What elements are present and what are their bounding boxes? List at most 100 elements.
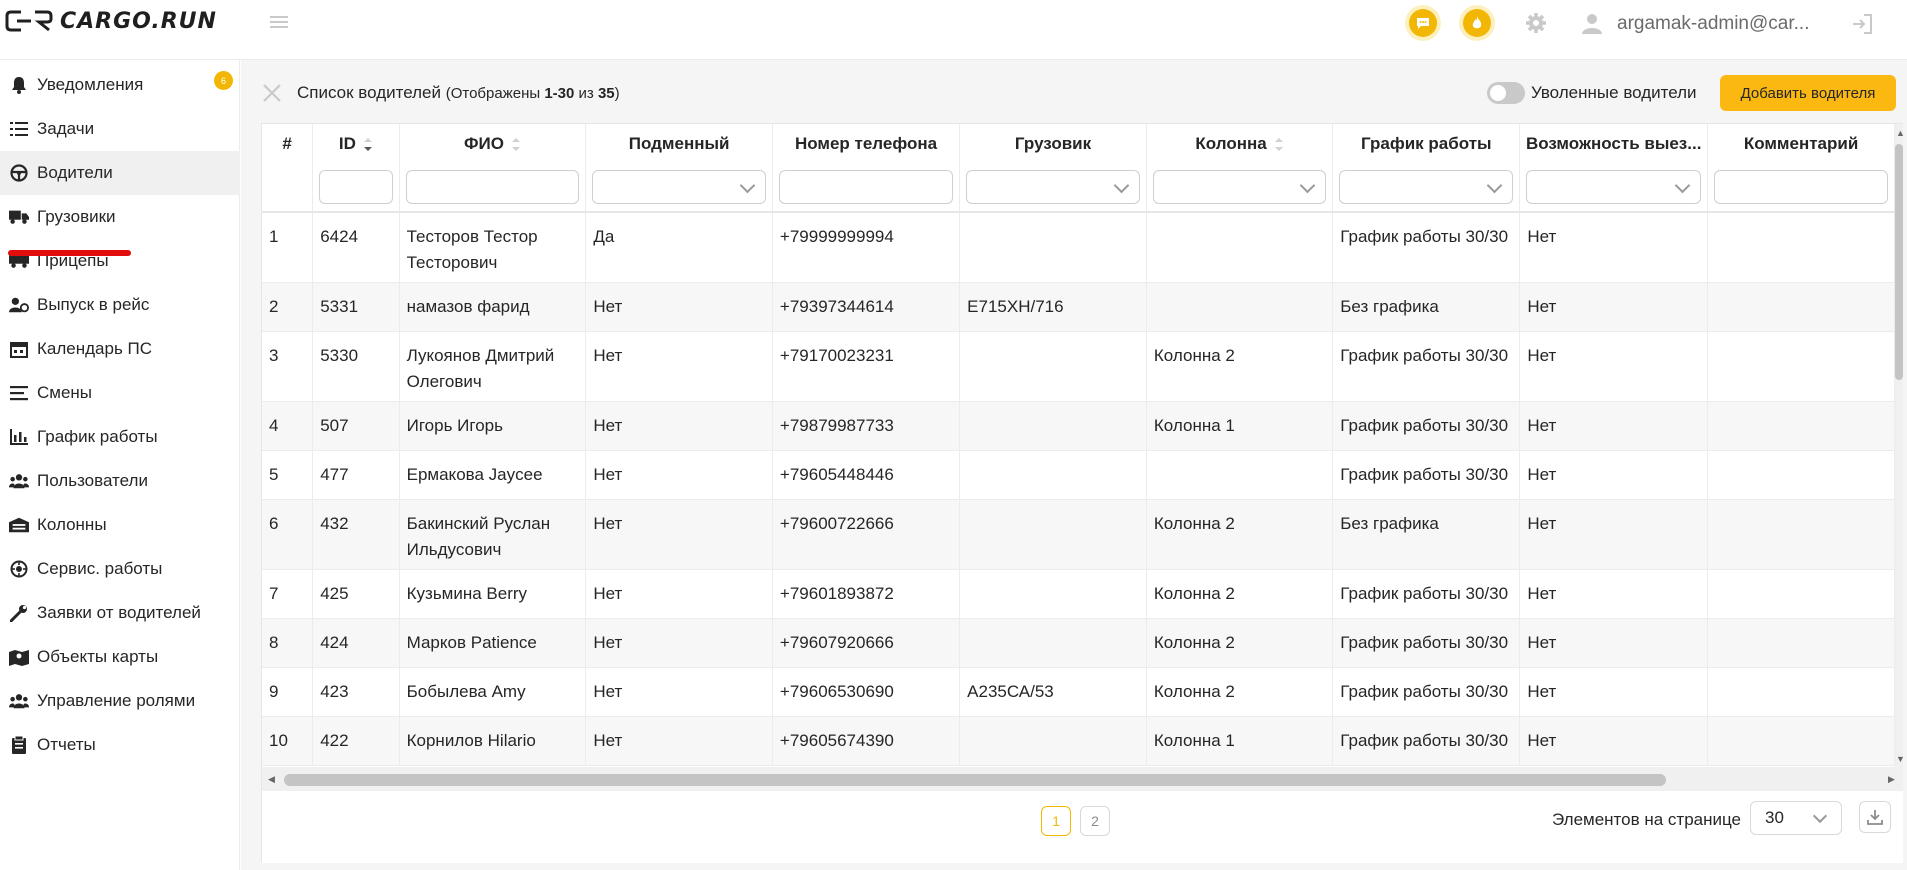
logo[interactable]: CARGO.RUN xyxy=(5,6,217,36)
sidebar-item-service-works[interactable]: Сервис. работы xyxy=(0,547,240,591)
cell-trip-ability: Нет xyxy=(1519,212,1709,283)
cell-column[interactable]: Колонна 2 xyxy=(1146,667,1334,717)
cell-phone: +79170023231 xyxy=(772,331,961,402)
page-button-1[interactable]: 1 xyxy=(1041,806,1071,836)
sidebar-item-drivers[interactable]: Водители xyxy=(0,151,240,195)
vertical-scrollbar[interactable]: ▲ ▼ xyxy=(1895,124,1905,767)
cell-column[interactable]: Колонна 2 xyxy=(1146,499,1334,570)
sidebar-item-shifts[interactable]: Смены xyxy=(0,371,240,415)
scroll-down-arrow-icon[interactable]: ▼ xyxy=(1896,754,1905,764)
table-row[interactable]: 7 425 Кузьмина Berry Нет +79601893872 Колонна… xyxy=(262,569,1895,619)
fired-drivers-toggle[interactable] xyxy=(1487,82,1525,104)
sidebar-item-trucks[interactable]: Грузовики xyxy=(0,195,240,239)
table-row[interactable]: 9 423 Бобылева Amy Нет +79606530690 А235СА/53… xyxy=(262,667,1895,717)
table-row[interactable]: 3 5330 Лукоянов Дмитрий Олегович Нет +791700… xyxy=(262,331,1895,402)
cell-column[interactable]: Колонна 1 xyxy=(1146,716,1334,766)
cell-driver-name[interactable]: намазов фарид xyxy=(399,282,587,332)
sort-icon[interactable] xyxy=(511,137,521,152)
user-email[interactable]: argamak-admin@car... xyxy=(1617,13,1809,35)
page-button-2[interactable]: 2 xyxy=(1080,806,1110,836)
table-row[interactable]: 10 422 Корнилов Hilario Нет +79605674390 Коло… xyxy=(262,716,1895,766)
cell-driver-name[interactable]: Бакинский Руслан Ильдусович xyxy=(399,499,587,570)
table-row[interactable]: 5 477 Ермакова Jaycee Нет +79605448446 График… xyxy=(262,450,1895,500)
cell-column[interactable]: Колонна 2 xyxy=(1146,331,1334,402)
sidebar-item-roles[interactable]: Управление ролями xyxy=(0,679,240,723)
cell-column[interactable]: Колонна 2 xyxy=(1146,569,1334,619)
gear-icon[interactable] xyxy=(1524,11,1548,35)
filter-id-input[interactable] xyxy=(319,170,393,204)
table-row[interactable]: 6 432 Бакинский Руслан Ильдусович Нет +79600… xyxy=(262,499,1895,570)
filter-substitute-select[interactable] xyxy=(592,170,766,204)
cell-row-number: 8 xyxy=(262,618,314,668)
cell-phone: +79607920666 xyxy=(772,618,961,668)
cell-column[interactable]: Колонна 2 xyxy=(1146,618,1334,668)
cell-schedule: Без графика xyxy=(1332,282,1521,332)
filter-fio-input[interactable] xyxy=(405,170,580,204)
sidebar-item-dispatch[interactable]: Выпуск в рейс xyxy=(0,283,240,327)
sidebar-item-trailers[interactable]: Прицепы xyxy=(0,239,240,283)
sidebar-item-label: Сервис. работы xyxy=(37,559,163,578)
horizontal-scroll-thumb[interactable] xyxy=(284,774,1666,786)
cell-column[interactable]: Колонна 1 xyxy=(1146,401,1334,451)
scroll-up-arrow-icon[interactable]: ▲ xyxy=(1896,128,1905,138)
cell-truck[interactable]: Е715ХН/716 xyxy=(959,282,1147,332)
fire-icon[interactable] xyxy=(1463,9,1491,37)
sidebar-item-calendar[interactable]: Календарь ПС xyxy=(0,327,240,371)
cell-driver-name[interactable]: Игорь Игорь xyxy=(399,401,587,451)
cell-substitute: Нет xyxy=(585,401,773,451)
table-row[interactable]: 8 424 Марков Patience Нет +79607920666 Колонн… xyxy=(262,618,1895,668)
sidebar-item-driver-requests[interactable]: Заявки от водителей xyxy=(0,591,240,635)
logout-icon[interactable] xyxy=(1850,12,1874,36)
main-content: Список водителей (Отображены 1-30 из 35)… xyxy=(241,60,1907,870)
cell-row-number: 4 xyxy=(262,401,314,451)
sort-desc-icon[interactable] xyxy=(363,137,373,152)
column-header-column[interactable]: Колонна xyxy=(1146,124,1334,213)
scroll-left-arrow-icon[interactable]: ◀ xyxy=(268,774,275,785)
vertical-scroll-thumb[interactable] xyxy=(1895,144,1903,380)
table-row[interactable]: 4 507 Игорь Игорь Нет +79879987733 Колонна 1Г… xyxy=(262,401,1895,451)
sidebar-item-tasks[interactable]: Задачи xyxy=(0,107,240,151)
cell-comment xyxy=(1707,667,1895,717)
download-button[interactable] xyxy=(1859,801,1891,833)
close-icon[interactable] xyxy=(262,83,282,103)
chat-icon[interactable] xyxy=(1409,9,1437,37)
logo-text: CARGO.RUN xyxy=(60,8,217,34)
filter-phone-input[interactable] xyxy=(778,170,954,204)
cell-driver-name[interactable]: Бобылева Amy xyxy=(399,667,587,717)
cell-driver-name[interactable]: Корнилов Hilario xyxy=(399,716,587,766)
scroll-right-arrow-icon[interactable]: ▶ xyxy=(1888,774,1895,785)
filter-trip-ability-select[interactable] xyxy=(1526,170,1702,204)
horizontal-scrollbar[interactable]: ◀ ▶ xyxy=(262,767,1903,791)
filter-truck-select[interactable] xyxy=(966,170,1140,204)
column-header-fio[interactable]: ФИО xyxy=(399,124,587,213)
table-row[interactable]: 1 6424 Тесторов Тестор Тесторович Да +799999… xyxy=(262,212,1895,283)
table-row[interactable]: 2 5331 намазов фарид Нет +79397344614 Е715ХН/… xyxy=(262,282,1895,332)
sidebar-item-reports[interactable]: Отчеты xyxy=(0,723,240,767)
cell-driver-name[interactable]: Лукоянов Дмитрий Олегович xyxy=(399,331,587,402)
cell-driver-name[interactable]: Кузьмина Berry xyxy=(399,569,587,619)
sidebar-item-notifications[interactable]: Уведомления 6 xyxy=(0,63,240,107)
sidebar-item-work-schedule[interactable]: График работы xyxy=(0,415,240,459)
steering-wheel-icon xyxy=(9,163,29,183)
cell-schedule: График работы 30/30 xyxy=(1332,331,1521,402)
cell-driver-name[interactable]: Ермакова Jaycee xyxy=(399,450,587,500)
cell-driver-name[interactable]: Тесторов Тестор Тесторович xyxy=(399,212,587,283)
menu-toggle-icon[interactable] xyxy=(270,13,288,31)
filter-schedule-select[interactable] xyxy=(1339,170,1514,204)
filter-column-select[interactable] xyxy=(1152,170,1327,204)
cell-phone: +79601893872 xyxy=(772,569,961,619)
user-icon[interactable] xyxy=(1580,11,1604,35)
sidebar-item-map-objects[interactable]: Объекты карты xyxy=(0,635,240,679)
cell-driver-id: 6424 xyxy=(312,212,400,283)
cell-truck[interactable]: А235СА/53 xyxy=(959,667,1147,717)
sidebar-item-columns[interactable]: Колонны xyxy=(0,503,240,547)
add-driver-button[interactable]: Добавить водителя xyxy=(1720,75,1896,111)
cell-row-number: 1 xyxy=(262,212,314,283)
sort-icon[interactable] xyxy=(1274,137,1284,152)
per-page-select[interactable]: 30 xyxy=(1750,801,1842,835)
cell-driver-name[interactable]: Марков Patience xyxy=(399,618,587,668)
sidebar-item-users[interactable]: Пользователи xyxy=(0,459,240,503)
filter-comment-input[interactable] xyxy=(1714,170,1888,204)
column-header-id[interactable]: ID xyxy=(312,124,400,213)
active-item-underline xyxy=(8,250,131,256)
